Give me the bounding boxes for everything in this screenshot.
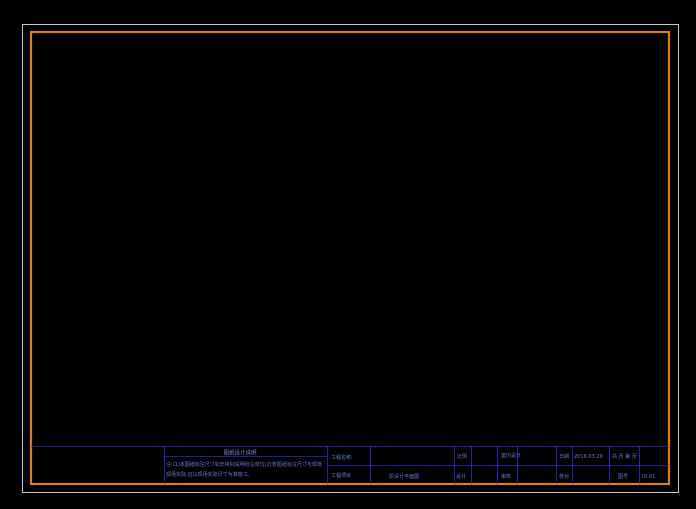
sheet-count-label: 共 页 第 页 — [612, 453, 637, 460]
date-value: 2016.03.20 — [574, 454, 603, 460]
check-label: 审核 — [501, 473, 511, 480]
drawing-name: 原设计平面图 — [389, 473, 419, 480]
project-name-label: 工程名称: — [331, 454, 353, 461]
date-label: 日期 — [559, 454, 569, 460]
interior-design-label: 室内设计 — [501, 452, 521, 459]
scale-label: 比例 — [457, 453, 467, 460]
notes-line-2: 现场实际,应以现场实际尺寸为准施工。 — [166, 471, 253, 478]
notes-heading: 图纸设计说明 — [223, 449, 257, 457]
designer-label: 设计 — [456, 473, 466, 480]
notes-line-1: 注:(1)本图纸标注尺寸如无特别说明标注单位(2)若图纸标注尺寸与现场 — [166, 461, 322, 468]
project-label: 工程项目 — [331, 472, 351, 479]
drawing-sheet: 图纸设计说明 注:(1)本图纸标注尺寸如无特别说明标注单位(2)若图纸标注尺寸与… — [0, 0, 696, 509]
drawing-number-value: ID-01 — [642, 474, 656, 480]
drawing-number-label: 图号 — [618, 474, 628, 480]
canvas-background — [0, 0, 696, 509]
proofread-label: 校对 — [559, 473, 569, 480]
